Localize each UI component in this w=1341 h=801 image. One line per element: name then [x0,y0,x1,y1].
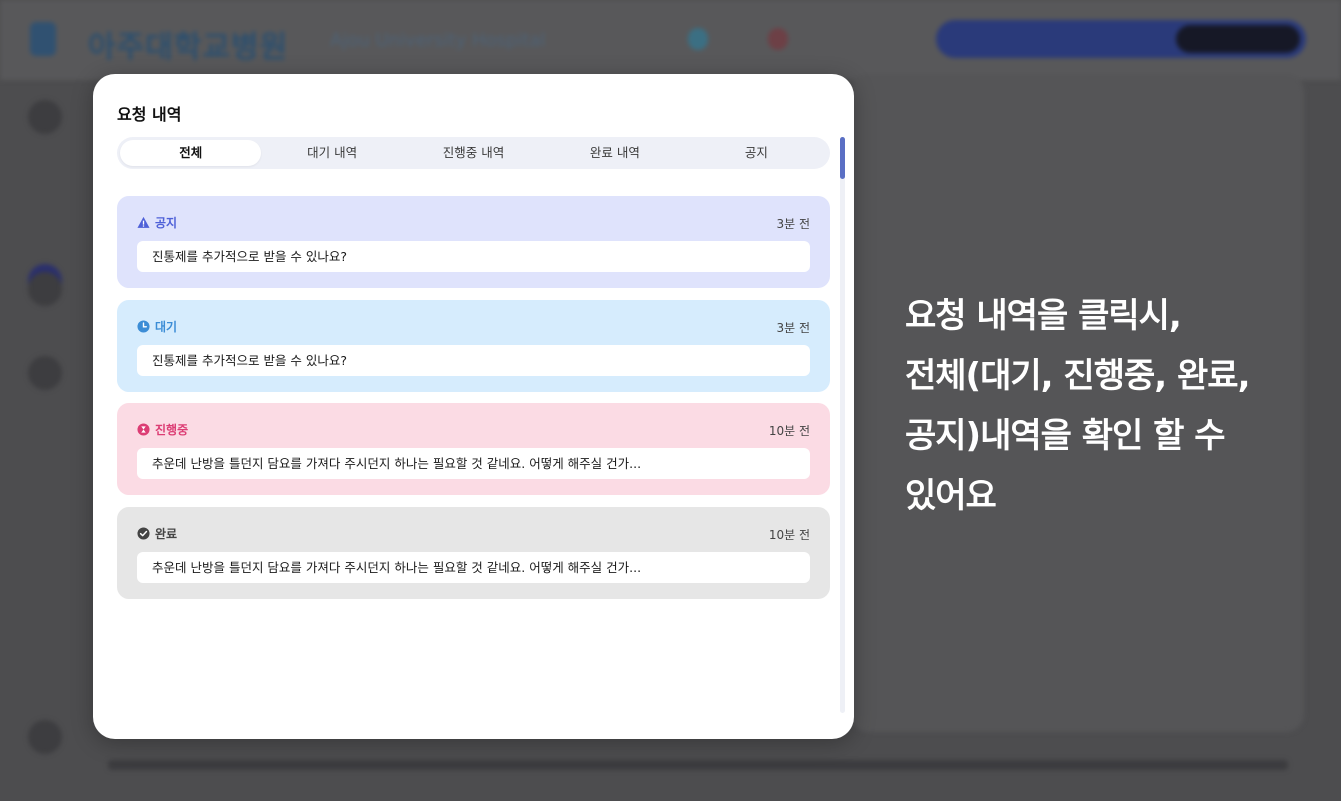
modal-title: 요청 내역 [117,105,182,124]
tab-in-progress[interactable]: 진행중 내역 [403,140,544,166]
card-message: 진통제를 추가적으로 받을 수 있나요? [137,345,810,376]
card-status-label: 완료 [155,527,178,541]
card-time: 10분 전 [768,528,810,542]
tab-completed[interactable]: 완료 내역 [544,140,685,166]
check-circle-icon [137,527,150,540]
caption-line: 있어요 [905,476,997,516]
card-time: 10분 전 [768,424,810,438]
request-card-in-progress[interactable]: 진행중 10분 전 추운데 난방을 틀던지 담요를 가져다 주시던지 하나는 필… [117,403,830,495]
request-card-waiting[interactable]: 대기 3분 전 진통제를 추가적으로 받을 수 있나요? [117,300,830,392]
feature-caption: 요청 내역을 클릭시, 전체(대기, 진행중, 완료, 공지)내역을 확인 할 … [905,286,1315,526]
tab-notice[interactable]: 공지 [686,140,827,166]
header-chip [862,28,882,50]
header-pill-button [1176,25,1300,53]
background-footer [108,760,1288,770]
card-status: 공지 [137,214,177,231]
caption-line: 공지)내역을 확인 할 수 [905,416,1226,456]
warning-icon [137,216,150,228]
home-icon [28,100,62,134]
tab-waiting[interactable]: 대기 내역 [261,140,402,166]
card-status: 진행중 [137,421,188,438]
hospital-logo-icon [30,22,56,56]
background-header: 아주대학교병원 Ajou University Hospital [0,0,1341,80]
settings-icon [28,356,62,390]
person-icon [28,272,62,306]
hospital-logo-subtext: Ajou University Hospital [330,30,546,51]
card-time: 3분 전 [776,217,810,231]
card-message: 추운데 난방을 틀던지 담요를 가져다 주시던지 하나는 필요할 것 같네요. … [137,552,810,583]
caption-line: 전체(대기, 진행중, 완료, [905,356,1250,396]
tab-all[interactable]: 전체 [120,140,262,166]
card-status: 대기 [137,318,177,335]
card-message: 추운데 난방을 틀던지 담요를 가져다 주시던지 하나는 필요할 것 같네요. … [137,448,810,479]
header-chip [768,28,788,50]
request-card-notice[interactable]: 공지 3분 전 진통제를 추가적으로 받을 수 있나요? [117,196,830,288]
background-sidebar [0,80,90,801]
request-history-modal: 요청 내역 전체 대기 내역 진행중 내역 완료 내역 공지 공지 3분 전 진… [93,74,854,739]
status-tabs: 전체 대기 내역 진행중 내역 완료 내역 공지 [117,137,830,169]
request-card-completed[interactable]: 완료 10분 전 추운데 난방을 틀던지 담요를 가져다 주시던지 하나는 필요… [117,507,830,599]
card-status-label: 대기 [155,320,178,334]
card-time: 3분 전 [776,321,810,335]
header-chip [688,28,708,50]
card-status: 완료 [137,525,177,542]
caption-line: 요청 내역을 클릭시, [905,296,1182,336]
card-status-label: 진행중 [155,423,189,437]
scrollbar[interactable] [840,137,845,713]
card-status-label: 공지 [155,216,178,230]
scrollbar-thumb[interactable] [840,137,845,179]
clock-icon [137,320,150,333]
help-icon [28,720,62,754]
card-message: 진통제를 추가적으로 받을 수 있나요? [137,241,810,272]
hospital-logo-text: 아주대학교병원 [88,30,289,65]
hourglass-icon [137,423,150,436]
